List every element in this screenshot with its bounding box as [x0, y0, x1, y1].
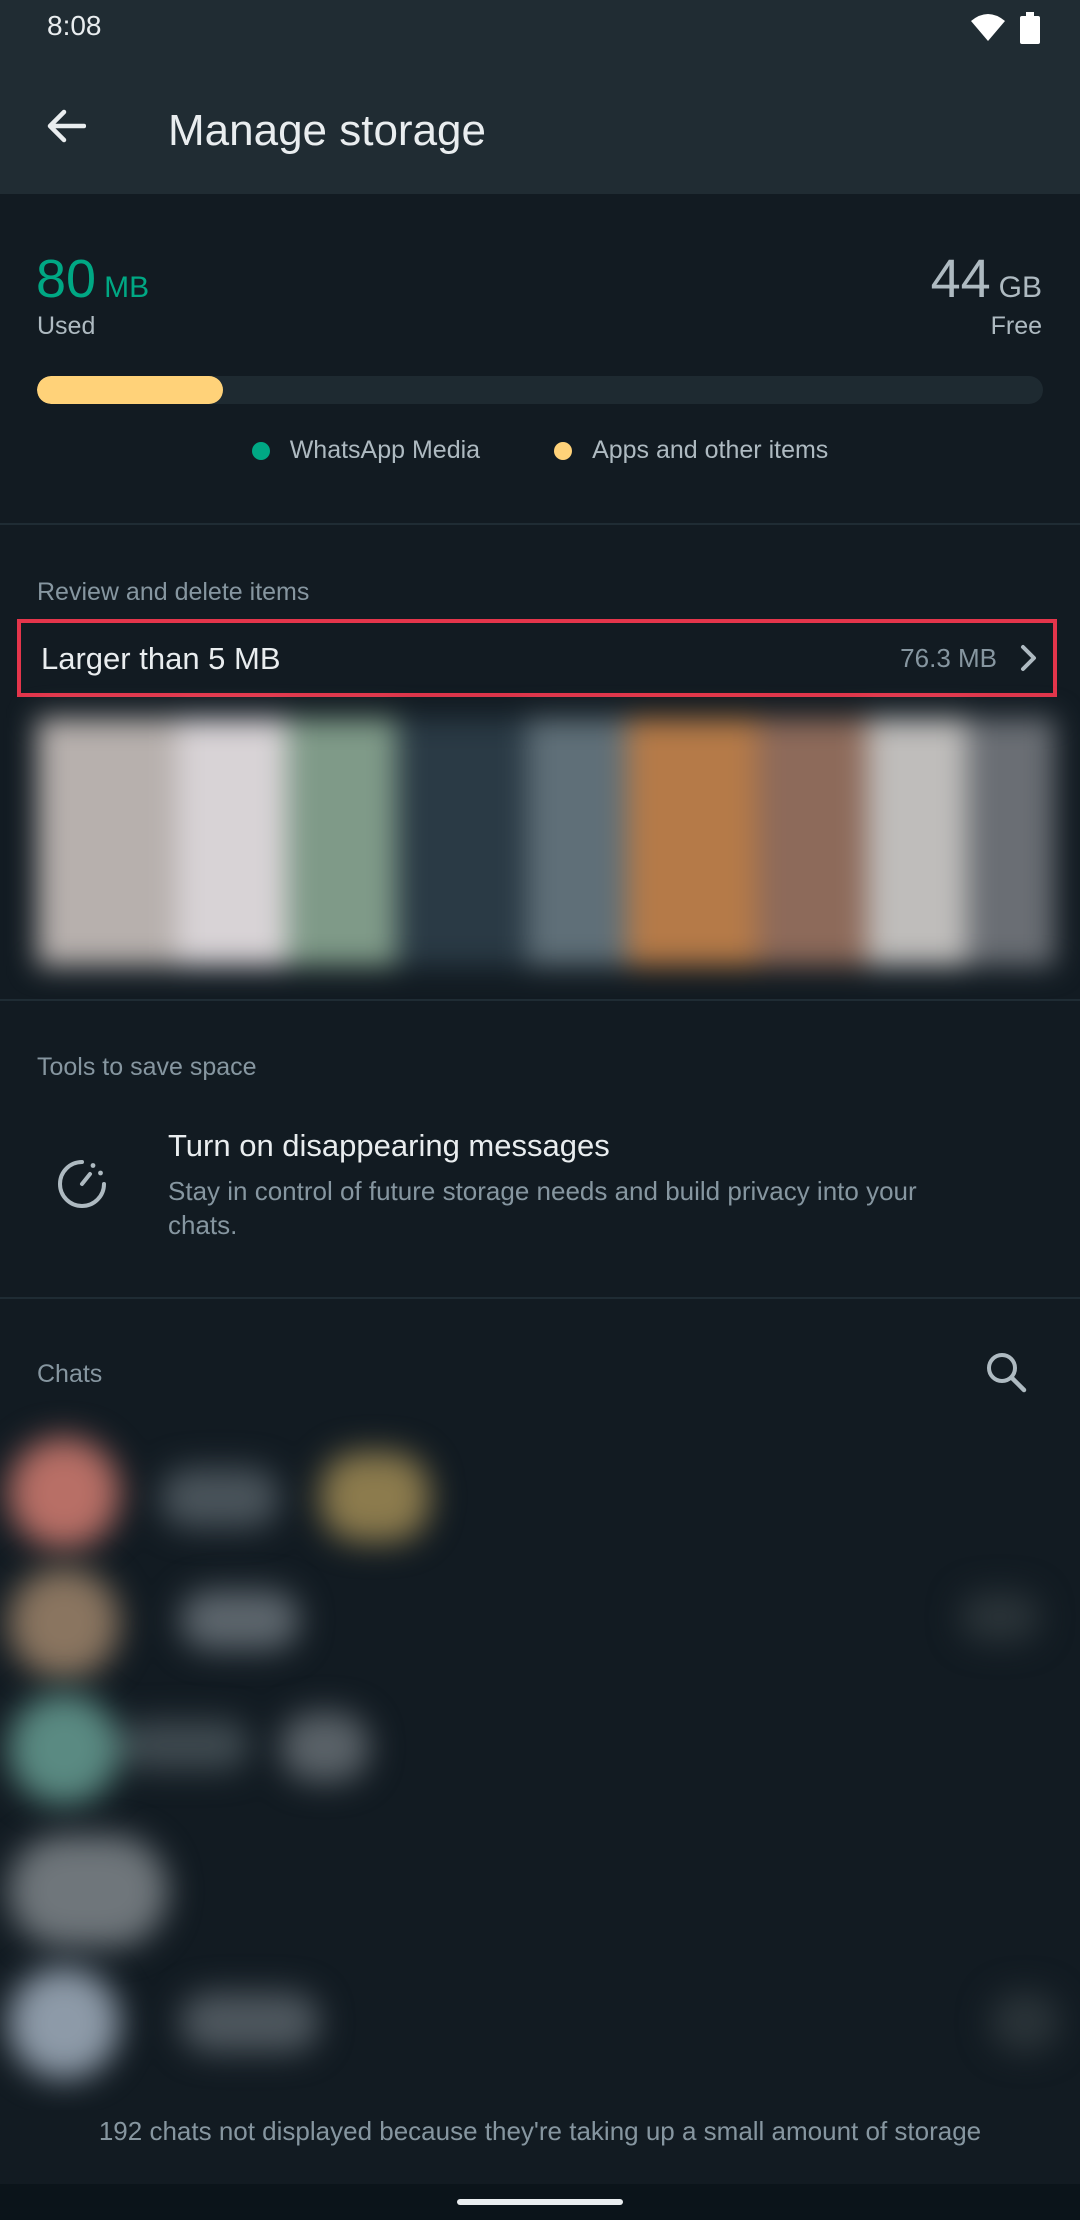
- free-value: 44: [930, 249, 991, 309]
- avatar: [8, 1567, 120, 1679]
- chats-header: Chats: [0, 1350, 1080, 1410]
- chat-row[interactable]: [0, 1830, 1080, 1947]
- chat-name-blur: [120, 1720, 250, 1770]
- avatar: [8, 1693, 120, 1805]
- legend-whatsapp-media: WhatsApp Media: [251, 436, 481, 465]
- avatar: [8, 1835, 168, 1947]
- chat-name-blur: [180, 1590, 300, 1650]
- storage-bar-apps-fill: [37, 376, 224, 404]
- free-unit: GB: [998, 271, 1042, 304]
- media-thumbnail[interactable]: [967, 718, 1055, 966]
- review-heading: Review and delete items: [37, 578, 310, 606]
- storage-legend: WhatsApp Media Apps and other items: [0, 436, 1080, 465]
- search-button[interactable]: [984, 1350, 1036, 1402]
- divider: [0, 999, 1080, 1001]
- chat-row[interactable]: [0, 1688, 1080, 1805]
- media-thumbnail[interactable]: [177, 718, 287, 966]
- media-thumbnail[interactable]: [37, 718, 177, 966]
- disappearing-title: Turn on disappearing messages: [168, 1128, 610, 1163]
- chat-row[interactable]: [0, 1432, 1080, 1549]
- storage-bar: [37, 376, 1043, 404]
- larger-than-size: 76.3 MB: [900, 643, 997, 673]
- avatar: [8, 1437, 120, 1549]
- media-thumbnail[interactable]: [757, 718, 867, 966]
- divider: [0, 1297, 1080, 1299]
- used-value: 80: [36, 249, 97, 309]
- status-icons: [970, 12, 1040, 44]
- divider: [0, 523, 1080, 525]
- legend-label: WhatsApp Media: [289, 436, 481, 464]
- app-bar: Manage storage: [0, 56, 1080, 194]
- used-unit: MB: [104, 271, 150, 304]
- disappearing-description: Stay in control of future storage needs …: [168, 1176, 917, 1240]
- legend-apps-other: Apps and other items: [554, 436, 828, 465]
- media-thumbnail[interactable]: [527, 718, 627, 966]
- used-storage: 80 MB: [36, 248, 149, 310]
- avatar: [8, 1967, 120, 2079]
- disappearing-messages-row[interactable]: Turn on disappearing messages Stay in co…: [0, 1112, 1080, 1262]
- home-indicator[interactable]: [457, 2199, 623, 2205]
- free-label: Free: [990, 312, 1042, 340]
- chat-name-blur: [180, 1992, 320, 2052]
- status-bar: 8:08: [0, 0, 1080, 56]
- wifi-icon: [971, 14, 1005, 41]
- chat-name-blur: [280, 1712, 370, 1782]
- back-button[interactable]: [36, 96, 96, 156]
- chat-row[interactable]: [0, 1962, 1080, 2079]
- status-time: 8:08: [47, 10, 102, 41]
- chat-row[interactable]: [0, 1562, 1080, 1679]
- hidden-chats-note: 192 chats not displayed because they're …: [0, 2110, 1080, 2153]
- media-thumbnail[interactable]: [867, 718, 967, 966]
- large-media-thumbnails[interactable]: [37, 718, 1055, 966]
- legend-label: Apps and other items: [592, 436, 829, 464]
- chats-heading: Chats: [37, 1360, 103, 1388]
- larger-than-5mb-row[interactable]: Larger than 5 MB 76.3 MB: [17, 619, 1057, 697]
- media-thumbnail[interactable]: [627, 718, 757, 966]
- chat-size-blur: [960, 1592, 1040, 1642]
- search-icon: [987, 1353, 1027, 1393]
- legend-dot-media: [251, 441, 270, 460]
- media-thumbnail[interactable]: [287, 718, 397, 966]
- disappearing-timer-icon: [58, 1160, 106, 1208]
- free-storage: 44 GB: [931, 248, 1042, 310]
- chat-size-blur: [990, 1992, 1060, 2052]
- chat-emoji-blur: [320, 1452, 430, 1542]
- tools-heading: Tools to save space: [37, 1053, 257, 1081]
- battery-icon: [1020, 12, 1040, 44]
- chevron-right-icon: [1021, 645, 1036, 671]
- used-label: Used: [37, 312, 96, 340]
- legend-dot-apps: [554, 441, 573, 460]
- larger-than-label: Larger than 5 MB: [41, 641, 281, 676]
- media-thumbnail[interactable]: [397, 718, 527, 966]
- back-arrow-icon: [47, 109, 86, 143]
- chat-name-blur: [160, 1468, 280, 1528]
- page-title: Manage storage: [168, 106, 486, 155]
